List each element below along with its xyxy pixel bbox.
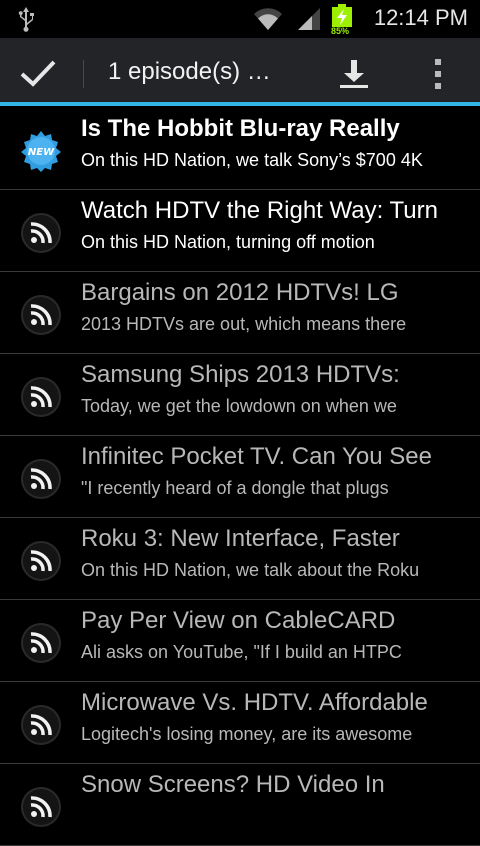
episode-description: Today, we get the lowdown on when we <box>81 396 397 416</box>
battery-percent: 85% <box>331 26 350 36</box>
check-icon[interactable] <box>18 56 58 90</box>
episode-row[interactable]: NEW Is The Hobbit Blu-ray Really On this… <box>0 108 480 190</box>
rss-icon <box>21 623 61 663</box>
episode-description: Ali asks on YouTube, "If I build an HTPC <box>81 642 402 662</box>
rss-icon <box>21 459 61 499</box>
episode-row[interactable]: Roku 3: New Interface, Faster On this HD… <box>0 518 480 600</box>
episode-description: On this HD Nation, we talk Sony’s $700 4… <box>81 150 423 170</box>
episode-row[interactable]: Bargains on 2012 HDTVs! LG 2013 HDTVs ar… <box>0 272 480 354</box>
status-bar: 85% 12:14 PM <box>0 0 480 38</box>
episode-row[interactable]: Snow Screens? HD Video In <box>0 764 480 846</box>
episode-row[interactable]: Watch HDTV the Right Way: Turn On this H… <box>0 190 480 272</box>
signal-icon <box>298 8 320 30</box>
episode-title: Snow Screens? HD Video In <box>81 771 385 798</box>
new-badge-icon: NEW <box>21 131 61 172</box>
rss-icon <box>21 295 61 335</box>
clock: 12:14 PM <box>373 5 468 30</box>
action-bar: 1 episode(s) … <box>0 38 480 106</box>
episode-title: Microwave Vs. HDTV. Affordable <box>81 689 428 716</box>
rss-icon <box>21 787 61 827</box>
wifi-icon <box>254 8 282 30</box>
action-bar-accent-line <box>0 102 480 106</box>
download-icon[interactable] <box>334 54 374 94</box>
episode-title: Roku 3: New Interface, Faster <box>81 525 400 552</box>
episode-description: "I recently heard of a dongle that plugs <box>81 478 389 498</box>
episode-row[interactable]: Infinitec Pocket TV. Can You See "I rece… <box>0 436 480 518</box>
rss-icon <box>21 705 61 745</box>
episode-description: On this HD Nation, turning off motion <box>81 232 375 252</box>
episode-title: Bargains on 2012 HDTVs! LG <box>81 279 399 306</box>
episode-title: Samsung Ships 2013 HDTVs: <box>81 361 400 388</box>
episode-description: Logitech's losing money, are its awesome <box>81 724 413 744</box>
episode-row[interactable]: Microwave Vs. HDTV. Affordable Logitech'… <box>0 682 480 764</box>
action-bar-title: 1 episode(s) … <box>108 58 271 85</box>
rss-icon <box>21 213 61 253</box>
episode-description: On this HD Nation, we talk about the Rok… <box>81 560 420 580</box>
rss-icon <box>21 377 61 417</box>
episode-description: 2013 HDTVs are out, which means there <box>81 314 407 334</box>
episode-list: NEW Is The Hobbit Blu-ray Really On this… <box>0 108 480 846</box>
episode-row[interactable]: Pay Per View on CableCARD Ali asks on Yo… <box>0 600 480 682</box>
episode-title: Infinitec Pocket TV. Can You See <box>81 443 432 470</box>
episode-title: Pay Per View on CableCARD <box>81 607 396 634</box>
rss-icon <box>21 541 61 581</box>
usb-icon <box>18 7 34 32</box>
svg-text:NEW: NEW <box>28 147 55 158</box>
episode-row[interactable]: Samsung Ships 2013 HDTVs: Today, we get … <box>0 354 480 436</box>
episode-title: Watch HDTV the Right Way: Turn <box>81 197 438 224</box>
overflow-menu-icon[interactable] <box>424 54 452 94</box>
action-bar-divider <box>83 60 84 88</box>
episode-title: Is The Hobbit Blu-ray Really <box>81 115 400 142</box>
